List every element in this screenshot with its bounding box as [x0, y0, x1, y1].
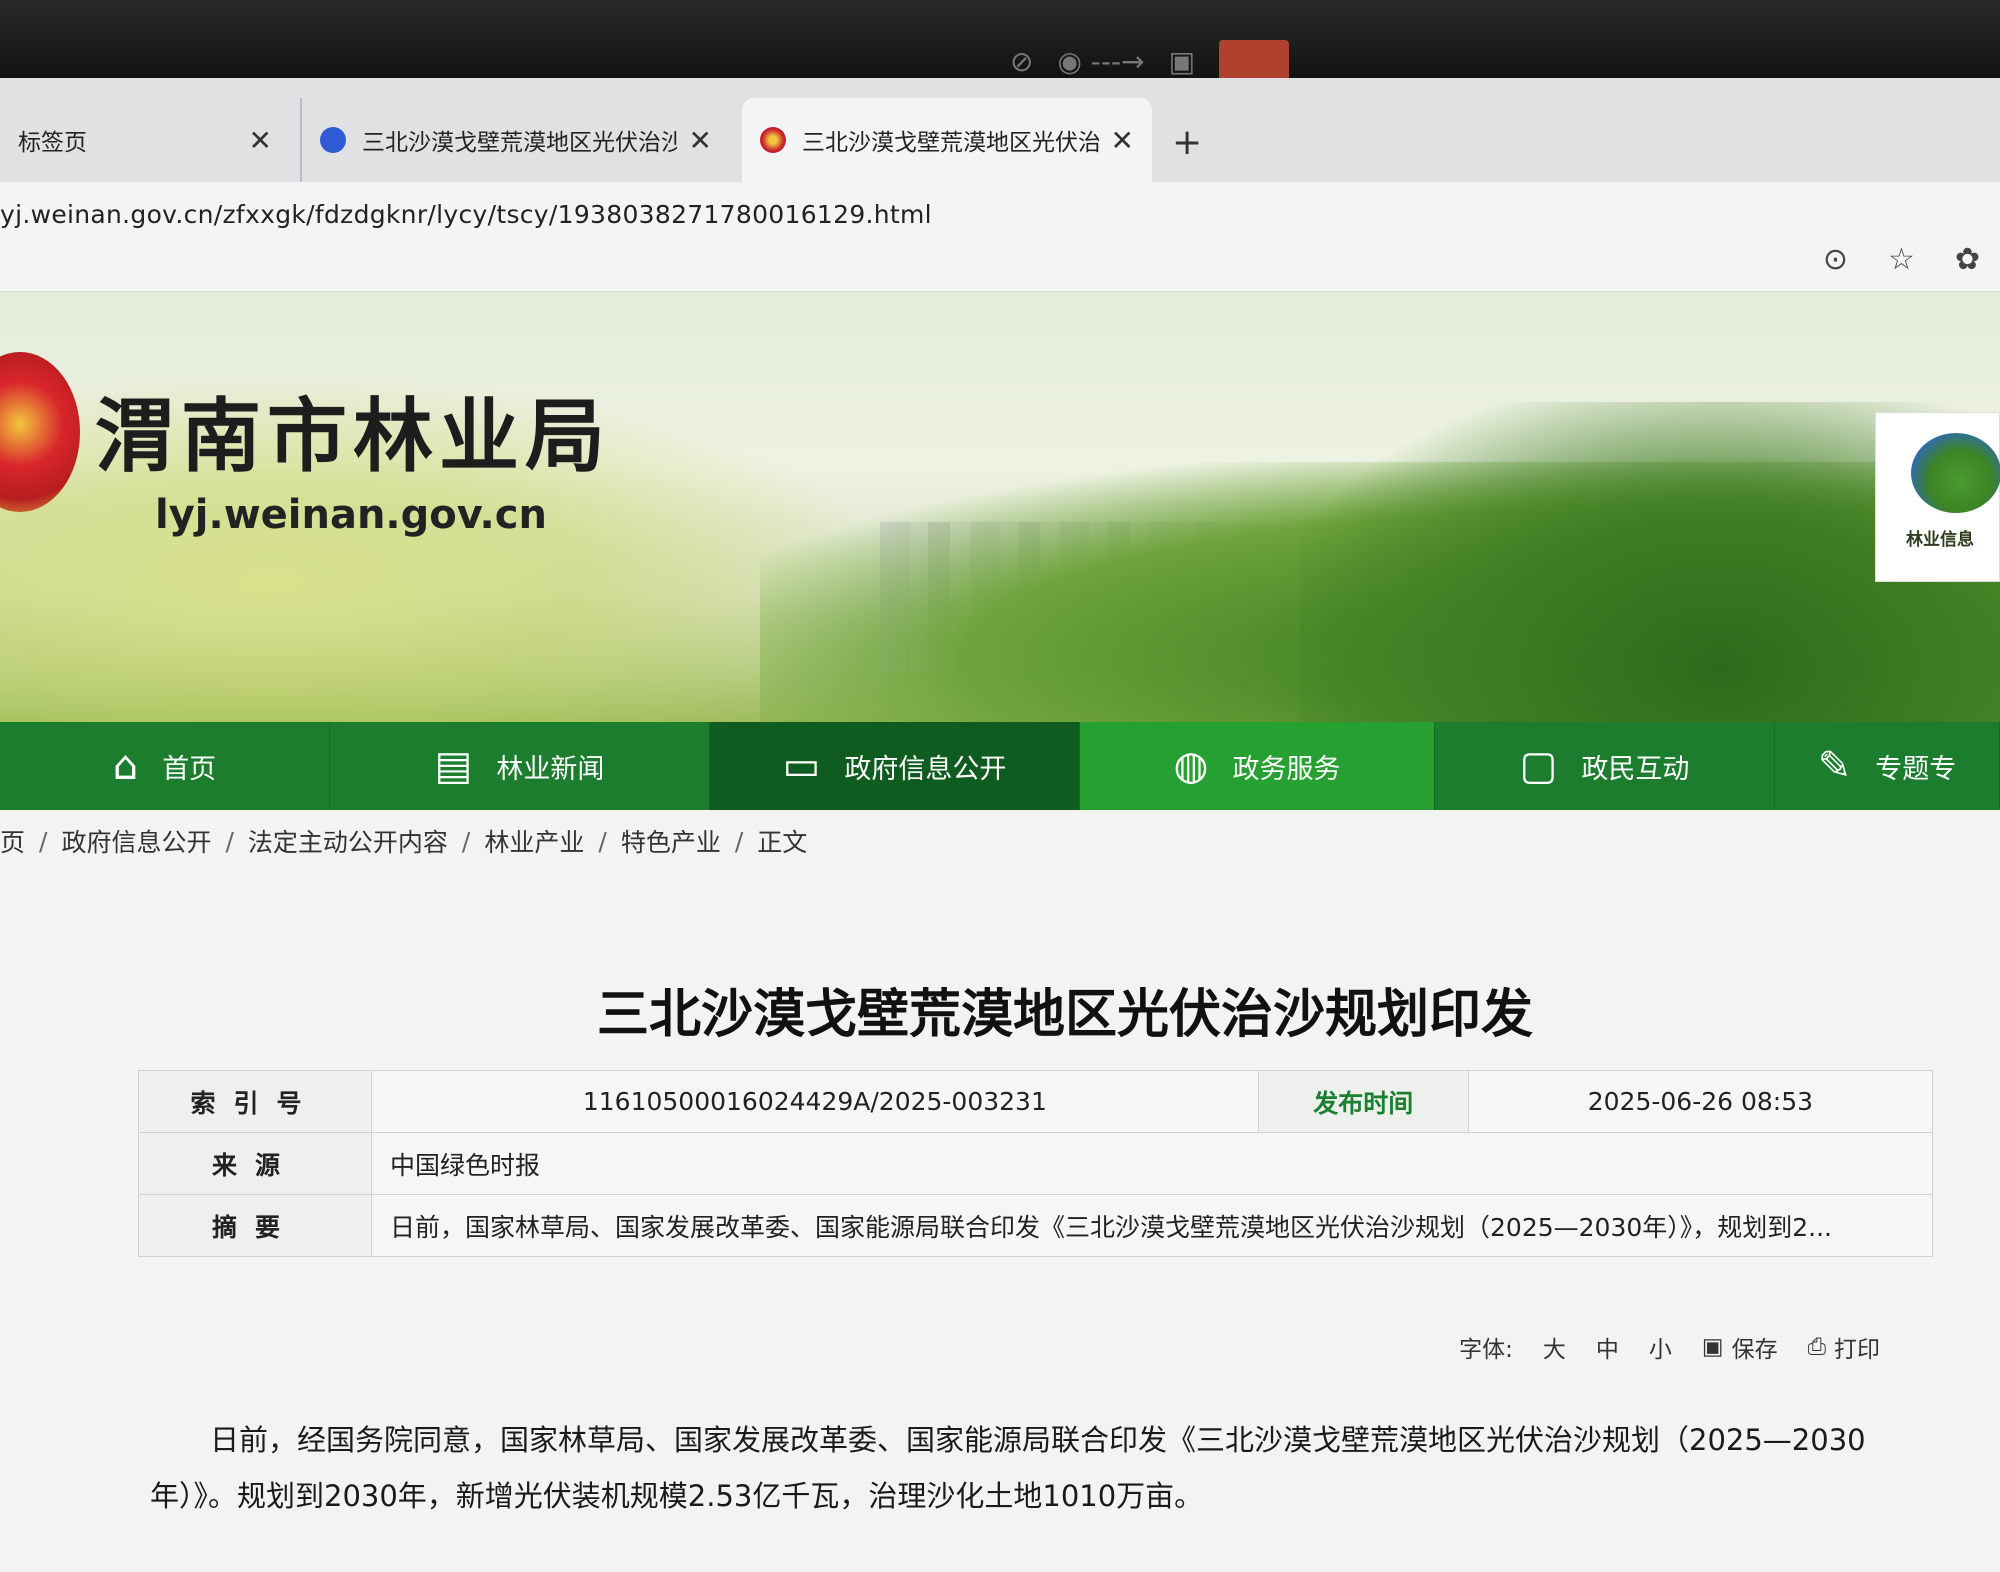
nav-home[interactable]: ⌂ 首页	[0, 722, 330, 810]
printer-icon: ⎙	[1807, 1334, 1826, 1360]
breadcrumb-separator: /	[461, 826, 471, 856]
breadcrumb-separator: /	[39, 826, 48, 856]
article-title: 三北沙漠戈壁荒漠地区光伏治沙规划印发	[596, 985, 1533, 1045]
home-icon: ⌂	[112, 743, 139, 789]
close-icon[interactable]: ✕	[689, 124, 712, 157]
breadcrumb-item[interactable]: 林业产业	[484, 823, 584, 859]
nav-label: 专题专	[1875, 753, 1957, 785]
source-value: 中国绿色时报	[371, 1132, 1933, 1195]
window-icon: ▭	[782, 743, 821, 789]
tab-baidu[interactable]: 三北沙漠戈壁荒漠地区光伏治沙规 ✕	[300, 98, 730, 182]
main-nav: ⌂ 首页 ▤ 林业新闻 ▭ 政府信息公开 ◍ 政务服务 ▢ 政民互动 ✎ 专题专	[0, 722, 2000, 810]
source-label: 来源	[138, 1132, 372, 1195]
article-paragraph: 日前，经国务院同意，国家林草局、国家发展改革委、国家能源局联合印发《三北沙漠戈壁…	[150, 1423, 1866, 1513]
close-icon[interactable]: ✕	[1111, 124, 1134, 157]
date-label: 发布时间	[1257, 1070, 1469, 1133]
summary-value: 日前，国家林草局、国家发展改革委、国家能源局联合印发《三北沙漠戈壁荒漠地区光伏治…	[371, 1194, 1933, 1257]
edit-icon: ✎	[1817, 743, 1852, 789]
camera-icon: ▣	[1168, 44, 1196, 78]
forestry-info-logo[interactable]: 林业信息	[1875, 412, 2000, 582]
chat-icon: ▢	[1519, 743, 1558, 789]
tab-strip: 标签页 ✕ 三北沙漠戈壁荒漠地区光伏治沙规 ✕ 三北沙漠戈壁荒漠地区光伏治沙规 …	[0, 78, 2000, 182]
breadcrumb-item[interactable]: 页	[0, 823, 25, 859]
site-banner: 渭南市林业局 lyj.weinan.gov.cn 林业信息	[0, 292, 2000, 722]
breadcrumb-item[interactable]: 政府信息公开	[61, 823, 211, 859]
breadcrumb-item[interactable]: 特色产业	[621, 823, 721, 859]
tab-title: 标签页	[18, 130, 87, 156]
article-content: 三北沙漠戈壁荒漠地区光伏治沙规划印发 索引号 11610500016024429…	[0, 872, 2000, 1572]
nav-forestry-news[interactable]: ▤ 林业新闻	[330, 722, 710, 810]
table-row: 索引号 11610500016024429A/2025-003231 发布时间 …	[138, 1070, 1934, 1133]
globe-icon: ◍	[1173, 743, 1209, 789]
tab-title: 三北沙漠戈壁荒漠地区光伏治沙规	[362, 130, 677, 156]
font-size-label: 字体:	[1459, 1337, 1513, 1363]
nav-label: 政民互动	[1581, 753, 1690, 785]
save-icon: ▣	[1701, 1334, 1724, 1360]
new-tab-button[interactable]: +	[1172, 122, 1202, 163]
article-toolbar: 字体: 大 中 小 ▣ 保存 ⎙ 打印	[1459, 1330, 1880, 1364]
index-label: 索引号	[138, 1070, 372, 1133]
breadcrumb-item[interactable]: 法定主动公开内容	[248, 823, 448, 859]
more-icon[interactable]: ⊙	[1823, 242, 1848, 277]
article-body: 日前，经国务院同意，国家林草局、国家发展改革委、国家能源局联合印发《三北沙漠戈壁…	[150, 1412, 1910, 1524]
breadcrumb-current: 正文	[757, 828, 808, 857]
site-domain: lyj.weinan.gov.cn	[155, 492, 547, 538]
nav-label: 首页	[162, 753, 217, 785]
close-icon[interactable]: ✕	[249, 124, 272, 157]
breadcrumb-separator: /	[225, 826, 234, 856]
address-bar-actions: ⊙ ☆ ✿	[1823, 242, 1980, 277]
print-button[interactable]: ⎙ 打印	[1808, 1330, 1880, 1364]
article-meta-table: 索引号 11610500016024429A/2025-003231 发布时间 …	[138, 1070, 1934, 1257]
nav-gov-info[interactable]: ▭ 政府信息公开	[710, 722, 1080, 810]
emblem-favicon-icon	[760, 127, 786, 153]
table-row: 摘要 日前，国家林草局、国家发展改革委、国家能源局联合印发《三北沙漠戈壁荒漠地区…	[138, 1194, 1933, 1257]
news-icon: ▤	[434, 743, 473, 789]
font-large-button[interactable]: 大	[1543, 1330, 1566, 1364]
nav-gov-services[interactable]: ◍ 政务服务	[1080, 722, 1435, 810]
table-row: 来源 中国绿色时报	[138, 1132, 1933, 1195]
index-value: 11610500016024429A/2025-003231	[371, 1070, 1259, 1133]
forestry-logo-icon	[1911, 433, 2000, 513]
webcam-bezel: ⊘ ◉ ‑‑‑→ ▣	[0, 0, 2000, 82]
nav-label: 林业新闻	[496, 753, 605, 785]
date-value: 2025-06-26 08:53	[1467, 1070, 1934, 1133]
forestry-logo-text: 林业信息	[1906, 530, 1974, 550]
url-field[interactable]: yj.weinan.gov.cn/zfxxgk/fdzdgknr/lycy/ts…	[0, 200, 932, 229]
print-label: 打印	[1834, 1337, 1880, 1363]
tab-active[interactable]: 三北沙漠戈壁荒漠地区光伏治沙规 ✕	[742, 98, 1152, 182]
star-icon[interactable]: ☆	[1888, 242, 1915, 277]
save-button[interactable]: ▣ 保存	[1702, 1330, 1778, 1364]
browser-window: 标签页 ✕ 三北沙漠戈壁荒漠地区光伏治沙规 ✕ 三北沙漠戈壁荒漠地区光伏治沙规 …	[0, 78, 2000, 1572]
save-label: 保存	[1731, 1337, 1778, 1363]
summary-label: 摘要	[138, 1194, 372, 1257]
breadcrumb-separator: /	[734, 826, 744, 856]
extensions-icon[interactable]: ✿	[1955, 242, 1980, 277]
font-small-button[interactable]: 小	[1649, 1330, 1672, 1364]
breadcrumb-separator: /	[598, 826, 607, 856]
camera-indicators: ⊘ ◉ ‑‑‑→ ▣	[1010, 40, 1290, 82]
nav-label: 政务服务	[1232, 753, 1341, 785]
privacy-indicator	[1219, 40, 1290, 82]
address-bar: yj.weinan.gov.cn/zfxxgk/fdzdgknr/lycy/ts…	[0, 182, 2000, 292]
camera-lens-icon: ◉ ‑‑‑→	[1057, 44, 1145, 78]
tab-new-page[interactable]: 标签页 ✕	[0, 98, 290, 182]
breadcrumb: 页 / 政府信息公开 / 法定主动公开内容 / 林业产业 / 特色产业 / 正文	[0, 810, 2000, 872]
baidu-paw-icon	[320, 127, 346, 153]
tab-title: 三北沙漠戈壁荒漠地区光伏治沙规	[802, 130, 1099, 156]
nav-interaction[interactable]: ▢ 政民互动	[1435, 722, 1775, 810]
camera-off-icon: ⊘	[1010, 44, 1034, 78]
font-medium-button[interactable]: 中	[1596, 1330, 1619, 1364]
nav-topics[interactable]: ✎ 专题专	[1775, 722, 2000, 810]
nav-label: 政府信息公开	[844, 753, 1007, 785]
site-title: 渭南市林业局	[95, 390, 611, 483]
